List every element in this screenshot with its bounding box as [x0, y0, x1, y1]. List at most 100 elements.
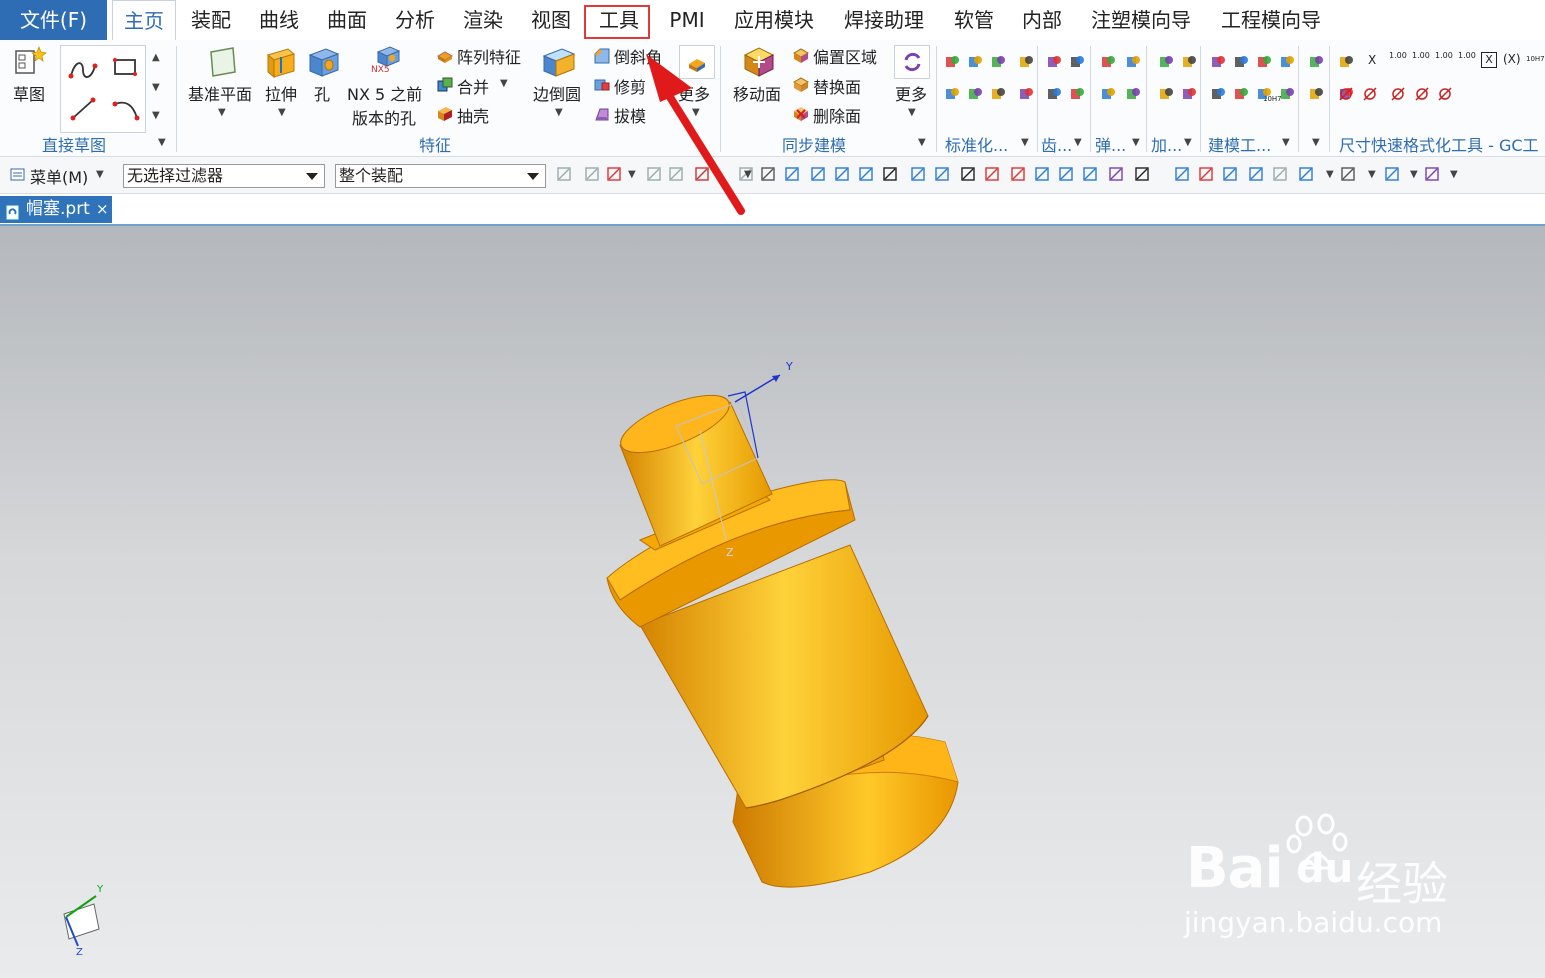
chamfer-icon[interactable]: [594, 48, 610, 68]
toolbar-tool-icon[interactable]: [1010, 166, 1026, 182]
gallery-expand-icon[interactable]: ▼: [152, 110, 160, 121]
sync-group-menu-icon[interactable]: ▼: [918, 137, 926, 148]
toolbar-tool-icon[interactable]: [1108, 166, 1124, 182]
hole-icon[interactable]: [308, 46, 340, 82]
datum-plane-label[interactable]: 基准平面: [188, 81, 252, 105]
tab-curve[interactable]: 曲线: [250, 0, 308, 40]
toolbar-tool-icon[interactable]: [1198, 166, 1214, 182]
toolbar-tool-icon[interactable]: [882, 166, 898, 182]
toolbar-dropdown-icon[interactable]: ▼: [1450, 169, 1458, 180]
more-sync-dropdown-icon[interactable]: ▼: [908, 107, 916, 118]
more-sync-label[interactable]: 更多: [895, 81, 927, 105]
tab-surface[interactable]: 曲面: [318, 0, 376, 40]
extrude-dropdown-icon[interactable]: ▼: [278, 107, 286, 118]
pattern-feature-icon[interactable]: [436, 48, 454, 68]
dim-format-1[interactable]: 1.00: [1389, 52, 1407, 60]
ribbon-tool-icon[interactable]: [1256, 86, 1272, 106]
ribbon-tool-icon[interactable]: [1125, 54, 1141, 74]
sketch-curve-gallery[interactable]: [60, 45, 146, 133]
toolbar-tool-icon[interactable]: [1272, 166, 1288, 182]
ribbon-tool-icon[interactable]: [1100, 86, 1116, 106]
ribbon-tool-icon[interactable]: [967, 86, 983, 106]
gallery-scroll-up-icon[interactable]: ▲: [152, 52, 160, 63]
spring-group-menu-icon[interactable]: ▼: [1132, 137, 1140, 148]
ribbon-tool-icon[interactable]: [1181, 54, 1197, 74]
ribbon-tool-icon[interactable]: [1069, 86, 1085, 106]
ribbon-tool-icon[interactable]: [1279, 54, 1295, 74]
trim-icon[interactable]: [594, 77, 610, 97]
tab-application[interactable]: 应用模块: [726, 0, 822, 40]
toolbar-dropdown-icon[interactable]: ▼: [1368, 169, 1376, 180]
edge-blend-label[interactable]: 边倒圆: [533, 81, 581, 105]
more-sync-icon[interactable]: [894, 45, 930, 79]
dim-paren-x-label[interactable]: (X): [1503, 52, 1521, 66]
ribbon-tool-icon[interactable]: [1046, 86, 1062, 106]
unite-dropdown-icon[interactable]: ▼: [500, 78, 508, 89]
toolbar-dropdown-icon[interactable]: ▼: [1410, 169, 1418, 180]
ribbon-tool-icon[interactable]: [1069, 54, 1085, 74]
toolbar-dropdown-icon[interactable]: ▼: [1326, 169, 1334, 180]
ribbon-tool-icon[interactable]: [1233, 86, 1249, 106]
toolbar-tool-icon[interactable]: [810, 166, 826, 182]
dimension-tool-icon[interactable]: [1338, 86, 1354, 106]
menu-button[interactable]: 菜单(M): [30, 164, 88, 188]
toolbar-tool-icon[interactable]: [1174, 166, 1190, 182]
extrude-icon[interactable]: [265, 45, 297, 83]
nx5-hole-label-2[interactable]: 版本的孔: [352, 105, 416, 129]
ribbon-tool-icon[interactable]: [967, 54, 983, 74]
tab-assembly[interactable]: 装配: [182, 0, 240, 40]
toolbar-tool-icon[interactable]: [1222, 166, 1238, 182]
dimension-tool-icon[interactable]: [1390, 86, 1406, 106]
ribbon-tool-icon[interactable]: [1233, 54, 1249, 74]
extrude-label[interactable]: 拉伸: [265, 81, 297, 105]
graphics-viewport[interactable]: Y Z Y Z Bai du 经验 jingyan.baidu.com: [0, 54, 1545, 978]
ribbon-tool-icon[interactable]: [1338, 54, 1354, 74]
edge-blend-icon[interactable]: [542, 46, 576, 82]
sketch-icon[interactable]: [13, 46, 47, 82]
document-tab[interactable]: 帽塞.prt ×: [0, 196, 112, 223]
tab-render[interactable]: 渲染: [454, 0, 512, 40]
ribbon-tool-icon[interactable]: [1308, 86, 1324, 106]
toolbar-tool-icon[interactable]: [1384, 166, 1400, 182]
datum-plane-icon[interactable]: [207, 46, 239, 82]
toolbar-tool-icon[interactable]: [556, 166, 572, 182]
draft-icon[interactable]: [594, 106, 610, 126]
ribbon-tool-icon[interactable]: [1046, 54, 1062, 74]
toolbar-tool-icon[interactable]: [1134, 166, 1150, 182]
tab-welding[interactable]: 焊接助理: [836, 0, 932, 40]
direct-sketch-group-menu-icon[interactable]: ▼: [158, 137, 166, 148]
datum-plane-dropdown-icon[interactable]: ▼: [218, 107, 226, 118]
tab-hose[interactable]: 软管: [946, 0, 1002, 40]
gallery-scroll-down-icon[interactable]: ▼: [152, 82, 160, 93]
close-icon[interactable]: ×: [96, 196, 109, 223]
edge-blend-dropdown-icon[interactable]: ▼: [555, 107, 563, 118]
dimension-tool-icon[interactable]: [1414, 86, 1430, 106]
ribbon-tool-icon[interactable]: [1256, 54, 1272, 74]
menu-dropdown-icon[interactable]: ▼: [96, 169, 104, 180]
unite-label[interactable]: 合并: [457, 74, 489, 98]
toolbar-tool-icon[interactable]: [1424, 166, 1440, 182]
ribbon-tool-icon[interactable]: [1018, 54, 1034, 74]
toolbar-tool-icon[interactable]: [1058, 166, 1074, 182]
unite-icon[interactable]: [437, 77, 453, 97]
ribbon-tool-icon[interactable]: [1210, 54, 1226, 74]
toolbar-tool-icon[interactable]: [910, 166, 926, 182]
toolbar-tool-icon[interactable]: [1340, 166, 1356, 182]
dim-format-4[interactable]: 1.00: [1458, 52, 1476, 60]
sketch-label[interactable]: 草图: [13, 81, 45, 105]
toolbar-tool-icon[interactable]: [1034, 166, 1050, 182]
ribbon-tool-icon[interactable]: [990, 86, 1006, 106]
dimension-tool-icon[interactable]: [1362, 86, 1378, 106]
ribbon-tool-icon[interactable]: [1158, 54, 1174, 74]
ribbon-tool-icon[interactable]: [1125, 86, 1141, 106]
toolbar-tool-icon[interactable]: [1082, 166, 1098, 182]
tab-view[interactable]: 视图: [522, 0, 580, 40]
tab-pmi[interactable]: PMI: [658, 0, 716, 40]
toolbar-tool-icon[interactable]: [606, 166, 622, 182]
menu-icon[interactable]: [10, 167, 26, 187]
ribbon-tool-icon[interactable]: [944, 86, 960, 106]
file-menu[interactable]: 文件(F): [0, 0, 107, 40]
dim-tolerance-label[interactable]: 10H7: [1526, 55, 1545, 63]
dim-box-x-label[interactable]: X: [1481, 52, 1497, 68]
ribbon-tool-icon[interactable]: [944, 54, 960, 74]
